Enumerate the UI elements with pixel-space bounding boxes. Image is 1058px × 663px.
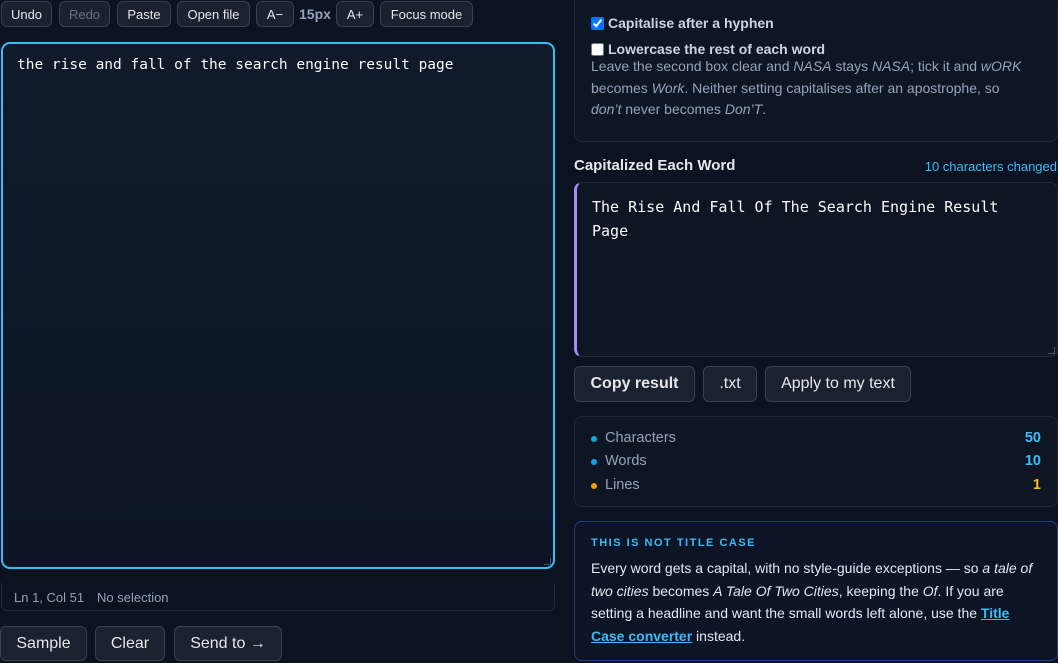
copy-result-button[interactable]: Copy result (574, 366, 695, 402)
resize-handle[interactable] (1048, 347, 1055, 354)
note-heading: THIS IS NOT TITLE CASE (591, 537, 757, 549)
note-body: Every word gets a capital, with no style… (591, 560, 1033, 644)
hyphen-label: Capitalise after a hyphen (608, 15, 774, 31)
hyphen-option[interactable]: Capitalise after a hyphen (591, 15, 774, 31)
characters-dot (591, 436, 597, 442)
font-decrease-button[interactable]: A− (256, 1, 294, 27)
redo-button[interactable]: Redo (59, 1, 110, 27)
stat-characters: Characters 50 (591, 430, 1041, 450)
result-text: The Rise And Fall Of The Search Engine R… (592, 198, 999, 240)
words-dot (591, 459, 597, 465)
undo-button[interactable]: Undo (1, 1, 52, 27)
stat-label: Lines (605, 477, 640, 493)
lowercase-checkbox[interactable] (591, 42, 604, 56)
input-text: the rise and fall of the search engine r… (17, 57, 454, 73)
open-file-button[interactable]: Open file (177, 1, 250, 27)
paste-button[interactable]: Paste (117, 1, 171, 27)
clear-button[interactable]: Clear (95, 626, 165, 661)
stat-value: 1 (1032, 477, 1041, 493)
info-note: THIS IS NOT TITLE CASE Every word gets a… (574, 521, 1058, 661)
stat-label: Characters (605, 430, 676, 446)
result-title: Capitalized Each Word (574, 157, 736, 174)
focus-mode-button[interactable]: Focus mode (380, 1, 473, 27)
stat-words: Words 10 (591, 453, 1041, 473)
hyphen-checkbox[interactable] (591, 16, 604, 30)
apply-to-text-button[interactable]: Apply to my text (765, 366, 911, 402)
download-txt-button[interactable]: .txt (703, 366, 757, 402)
stat-label: Words (605, 453, 647, 469)
font-size-value: 15px (299, 6, 331, 22)
options-panel: Capitalise after a hyphen Lowercase the … (574, 0, 1058, 142)
stat-lines: Lines 1 (591, 477, 1041, 497)
lowercase-option[interactable]: Lowercase the rest of each word (591, 41, 825, 57)
lines-dot (591, 483, 597, 489)
font-increase-button[interactable]: A+ (336, 1, 374, 27)
input-textarea[interactable]: the rise and fall of the search engine r… (1, 42, 555, 569)
send-to-button[interactable]: Send to → (174, 626, 282, 661)
characters-changed-badge: 10 characters changed (924, 159, 1057, 174)
resize-handle[interactable] (544, 558, 551, 565)
stat-value: 10 (1024, 453, 1041, 469)
cursor-position: Ln 1, Col 51 (14, 590, 85, 605)
lowercase-label: Lowercase the rest of each word (608, 41, 826, 57)
editor-status-bar: Ln 1, Col 51 No selection (1, 583, 555, 611)
selection-status: No selection (97, 590, 169, 605)
stats-panel: Characters 50 Words 10 Lines 1 (574, 416, 1058, 507)
sample-button[interactable]: Sample (0, 626, 87, 661)
stat-value: 50 (1024, 430, 1041, 446)
result-output[interactable]: The Rise And Fall Of The Search Engine R… (574, 182, 1058, 357)
options-help-text: Leave the second box clear and NASA stay… (591, 58, 1022, 117)
